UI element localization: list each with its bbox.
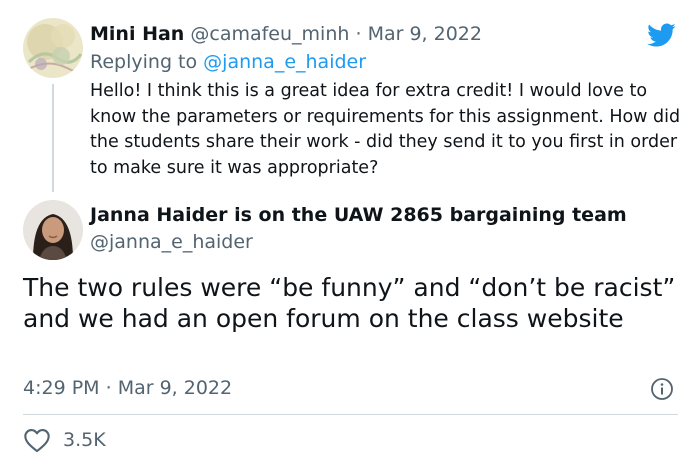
thread-connector-line <box>52 84 54 192</box>
main-tweet-time: 4:29 PM <box>23 377 100 399</box>
reply-date[interactable]: Mar 9, 2022 <box>368 23 482 45</box>
like-button[interactable]: 3.5K <box>23 426 106 454</box>
tweet-divider <box>23 414 678 415</box>
main-tweet-author: Janna Haider is on the UAW 2865 bargaini… <box>0 195 700 265</box>
main-tweet-timestamp[interactable]: 4:29 PM · Mar 9, 2022 <box>23 376 232 400</box>
main-tweet-date: Mar 9, 2022 <box>117 377 233 399</box>
main-author-name[interactable]: Janna Haider is on the UAW 2865 bargaini… <box>90 203 627 227</box>
reply-text: Hello! I think this is a great idea for … <box>90 81 681 178</box>
replying-to-mention[interactable]: @janna_e_haider <box>203 51 366 73</box>
reply-author-handle[interactable]: @camafeu_minh <box>190 23 349 45</box>
heart-icon <box>24 429 50 453</box>
reply-tweet[interactable]: Mini Han @camafeu_minh · Mar 9, 2022 Rep… <box>0 0 700 195</box>
like-count: 3.5K <box>63 429 106 451</box>
main-tweet-separator: · <box>105 377 112 399</box>
main-author-handle[interactable]: @janna_e_haider <box>90 230 253 254</box>
reply-separator: · <box>355 23 362 45</box>
replying-to-line: Replying to @janna_e_haider <box>90 50 366 74</box>
reply-author-header: Mini Han @camafeu_minh · Mar 9, 2022 <box>90 22 482 46</box>
replying-to-prefix: Replying to <box>90 51 198 73</box>
reply-author-name[interactable]: Mini Han <box>90 23 184 45</box>
main-tweet-text: The two rules were “be funny” and “don’t… <box>23 273 676 333</box>
info-icon[interactable] <box>650 377 674 401</box>
reply-author-avatar[interactable] <box>23 18 83 78</box>
main-author-avatar[interactable] <box>23 200 83 260</box>
twitter-bird-icon[interactable] <box>646 22 676 48</box>
